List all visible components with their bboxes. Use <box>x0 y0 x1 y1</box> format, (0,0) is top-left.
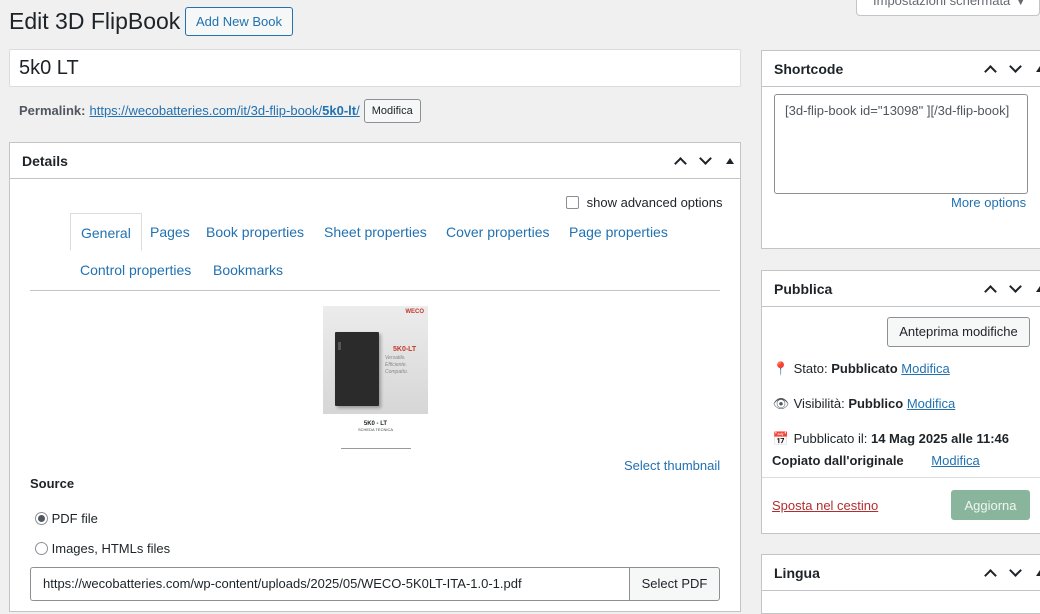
published-value: 14 Mag 2025 alle 11:46 <box>870 431 1010 446</box>
shortcode-header: Shortcode <box>762 51 1040 87</box>
move-up-icon[interactable] <box>674 157 687 170</box>
copied-row: Copiato dall'originale Modifica <box>772 453 980 468</box>
tab-cover-properties[interactable]: Cover properties <box>446 213 550 251</box>
pdf-url-field[interactable]: https://wecobatteries.com/wp-content/upl… <box>30 567 630 601</box>
visibility-row: 👁 Visibilità: Pubblico Modifica <box>772 396 956 412</box>
published-label: Pubblicato il: <box>793 431 868 446</box>
permalink-link[interactable]: https://wecobatteries.com/it/3d-flip-boo… <box>89 102 359 120</box>
post-title-input[interactable]: 5k0 LT <box>9 49 741 87</box>
select-thumbnail-link[interactable]: Select thumbnail <box>624 458 720 473</box>
tab-bookmarks[interactable]: Bookmarks <box>213 251 283 289</box>
publish-header: Pubblica <box>762 271 1040 307</box>
move-down-icon[interactable] <box>1009 60 1022 73</box>
visibility-edit-link[interactable]: Modifica <box>907 396 955 411</box>
copied-edit-link[interactable]: Modifica <box>931 453 979 468</box>
pdf-radio[interactable] <box>35 512 48 525</box>
publish-actions-divider <box>762 477 1040 478</box>
more-options-link[interactable]: More options <box>951 195 1026 210</box>
tab-page-properties[interactable]: Page properties <box>569 213 668 251</box>
thumbnail-brand: WECO <box>405 309 424 315</box>
shortcode-postbox: Shortcode [3d-flip-book id="13098" ][/3d… <box>761 50 1040 249</box>
details-title: Details <box>22 153 68 169</box>
move-down-icon[interactable] <box>1009 280 1022 293</box>
visibility-label: Visibilità: <box>793 396 845 411</box>
book-thumbnail[interactable]: WECO 5K0-LT Versatile. Efficiente. Compa… <box>323 306 428 456</box>
status-row: 📍 Stato: Pubblicato Modifica <box>772 361 950 377</box>
shortcode-title: Shortcode <box>774 61 844 77</box>
details-header: Details <box>10 143 740 179</box>
move-down-icon[interactable] <box>1009 564 1022 577</box>
move-up-icon[interactable] <box>984 569 997 582</box>
language-title: Lingua <box>774 565 820 581</box>
status-label: Stato: <box>793 361 828 376</box>
collapse-toggle-icon[interactable] <box>1036 66 1040 72</box>
tab-general[interactable]: General <box>70 213 142 251</box>
advanced-options-row[interactable]: show advanced options <box>566 195 723 210</box>
move-up-icon[interactable] <box>984 285 997 298</box>
pdf-radio-label: PDF file <box>51 511 98 526</box>
add-new-book-button[interactable]: Add New Book <box>185 7 293 36</box>
update-button[interactable]: Aggiorna <box>951 490 1030 520</box>
status-edit-link[interactable]: Modifica <box>901 361 949 376</box>
shortcode-textarea[interactable]: [3d-flip-book id="13098" ][/3d-flip-book… <box>774 94 1028 194</box>
caret-down-icon: ▼ <box>1016 0 1026 7</box>
advanced-options-label: show advanced options <box>586 195 723 210</box>
images-radio[interactable] <box>35 542 48 555</box>
published-row: 📅 Pubblicato il: 14 Mag 2025 alle 11:46 <box>772 431 1009 447</box>
language-header: Lingua <box>762 555 1040 591</box>
thumbnail-tagline-3: Compatto. <box>385 369 409 375</box>
eye-icon: 👁 <box>772 396 790 411</box>
permalink-edit-button[interactable]: Modifica <box>363 99 421 123</box>
calendar-icon: 📅 <box>772 431 790 446</box>
pdf-url-value: https://wecobatteries.com/wp-content/upl… <box>43 576 522 591</box>
source-option-pdf[interactable]: PDF file <box>35 511 98 526</box>
tab-control-properties[interactable]: Control properties <box>80 251 191 289</box>
tab-pages[interactable]: Pages <box>150 213 190 251</box>
thumbnail-model: 5K0-LT <box>393 346 417 353</box>
select-pdf-button[interactable]: Select PDF <box>629 567 720 601</box>
details-postbox: Details show advanced options General Pa… <box>9 142 741 612</box>
permalink-row: Permalink: https://wecobatteries.com/it/… <box>19 99 421 123</box>
publish-title: Pubblica <box>774 281 833 297</box>
copied-label: Copiato dall'originale <box>772 453 904 468</box>
preview-changes-button[interactable]: Anteprima modifiche <box>887 317 1030 347</box>
thumbnail-footer-sub: SCHEDA TECNICA <box>357 427 394 432</box>
thumbnail-tagline-2: Efficiente. <box>385 362 407 368</box>
publish-postbox: Pubblica Anteprima modifiche 📍 Stato: Pu… <box>761 270 1040 534</box>
language-postbox: Lingua <box>761 554 1040 614</box>
source-option-images[interactable]: Images, HTMLs files <box>35 541 170 556</box>
images-radio-label: Images, HTMLs files <box>51 541 171 556</box>
move-down-icon[interactable] <box>699 152 712 165</box>
screen-options-label: Impostazioni schermata <box>873 0 1011 8</box>
battery-image <box>335 332 379 406</box>
tab-book-properties[interactable]: Book properties <box>206 213 304 251</box>
collapse-toggle-icon[interactable] <box>726 158 734 164</box>
collapse-toggle-icon[interactable] <box>1036 286 1040 292</box>
tabs-divider <box>30 290 720 291</box>
collapse-toggle-icon[interactable] <box>1036 570 1040 576</box>
screen-options-toggle[interactable]: Impostazioni schermata ▼ <box>856 0 1040 16</box>
permalink-label: Permalink: <box>19 103 86 118</box>
visibility-value: Pubblico <box>848 396 904 411</box>
advanced-options-checkbox[interactable] <box>566 196 579 209</box>
status-value: Pubblicato <box>831 361 898 376</box>
shortcode-value: [3d-flip-book id="13098" ][/3d-flip-book… <box>785 103 1010 118</box>
pin-icon: 📍 <box>772 361 790 376</box>
move-to-trash-link[interactable]: Sposta nel cestino <box>772 498 878 513</box>
page-title: Edit 3D FlipBook <box>9 8 181 34</box>
thumbnail-tagline-1: Versatile. <box>385 355 406 361</box>
source-label: Source <box>30 476 75 491</box>
tab-sheet-properties[interactable]: Sheet properties <box>324 213 427 251</box>
move-up-icon[interactable] <box>984 65 997 78</box>
